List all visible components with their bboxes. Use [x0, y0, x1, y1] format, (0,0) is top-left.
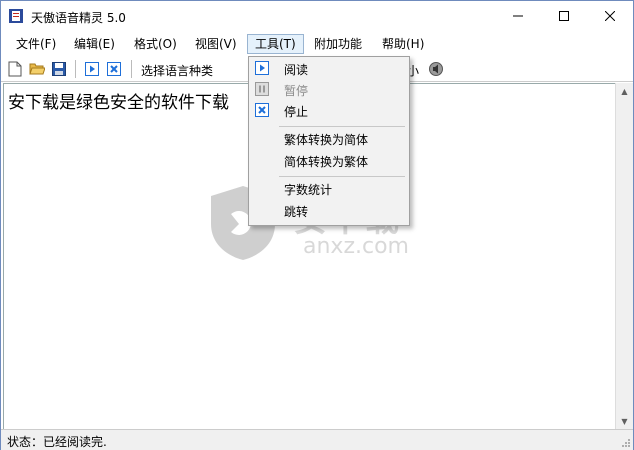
- toolbar-separator: [131, 60, 132, 78]
- close-icon: [605, 11, 615, 21]
- read-button[interactable]: [83, 60, 101, 78]
- menu-item-simp-to-trad[interactable]: 简体转换为繁体: [251, 151, 407, 171]
- menu-edit[interactable]: 编辑(E): [67, 35, 122, 53]
- open-file-button[interactable]: [28, 60, 46, 78]
- menu-item-label: 繁体转换为简体: [284, 133, 369, 147]
- app-icon: [9, 9, 23, 23]
- maximize-button[interactable]: [541, 1, 587, 31]
- menu-item-label: 暂停: [284, 84, 309, 98]
- watermark-en: anxz.com: [303, 234, 409, 259]
- menu-item-goto[interactable]: 跳转: [251, 201, 407, 221]
- close-button[interactable]: [587, 1, 633, 31]
- status-text: 状态：已经阅读完.: [7, 435, 107, 449]
- minimize-button[interactable]: [495, 1, 541, 31]
- menu-addons[interactable]: 附加功能: [307, 35, 369, 53]
- new-file-button[interactable]: [6, 60, 24, 78]
- menu-help[interactable]: 帮助(H): [375, 35, 431, 53]
- new-file-icon: [8, 61, 22, 77]
- title-bar[interactable]: 天傲语音精灵 5.0: [1, 1, 633, 31]
- menu-item-stop[interactable]: 停止: [251, 101, 407, 121]
- app-window: 天傲语音精灵 5.0 文件(F) 编辑(E) 格式(O) 视图(V) 工具(T)…: [0, 0, 634, 450]
- minimize-icon: [513, 15, 523, 17]
- tools-dropdown-menu: 阅读 暂停 停止 繁体转换为简体 简体转换为繁体 字数统计 跳转: [248, 56, 410, 226]
- menu-file[interactable]: 文件(F): [9, 35, 63, 53]
- pause-icon: [255, 82, 269, 96]
- save-button[interactable]: [50, 60, 68, 78]
- open-folder-icon: [29, 63, 45, 75]
- scroll-down-arrow-icon[interactable]: ▼: [616, 413, 633, 430]
- language-select-label[interactable]: 选择语言种类: [141, 62, 213, 79]
- play-icon: [85, 62, 99, 76]
- speaker-icon: [429, 62, 443, 76]
- menu-item-label: 阅读: [284, 63, 309, 77]
- menu-item-pause[interactable]: 暂停: [251, 80, 407, 100]
- resize-grip-icon[interactable]: [621, 438, 631, 448]
- scroll-up-arrow-icon[interactable]: ▲: [616, 83, 633, 100]
- menu-bar: 文件(F) 编辑(E) 格式(O) 视图(V) 工具(T) 附加功能 帮助(H): [1, 32, 633, 56]
- save-icon: [52, 62, 66, 76]
- menu-item-label: 停止: [284, 105, 309, 119]
- stop-button[interactable]: [105, 60, 123, 78]
- menu-item-label: 简体转换为繁体: [284, 155, 369, 169]
- status-bar: 状态：已经阅读完.: [1, 429, 633, 450]
- play-icon: [255, 61, 269, 75]
- toolbar-separator: [75, 60, 76, 78]
- vertical-scrollbar[interactable]: ▲ ▼: [615, 83, 633, 430]
- menu-item-read[interactable]: 阅读: [251, 59, 407, 79]
- menu-view[interactable]: 视图(V): [188, 35, 244, 53]
- window-title: 天傲语音精灵 5.0: [31, 11, 126, 25]
- maximize-icon: [559, 11, 569, 21]
- menu-separator: [279, 126, 405, 127]
- menu-tools[interactable]: 工具(T): [247, 34, 304, 54]
- menu-item-label: 字数统计: [284, 183, 333, 197]
- menu-separator: [279, 176, 405, 177]
- stop-icon: [255, 103, 269, 117]
- menu-item-word-count[interactable]: 字数统计: [251, 179, 407, 199]
- menu-format[interactable]: 格式(O): [127, 35, 184, 53]
- editor-content: 安下载是绿色安全的软件下载: [8, 93, 229, 113]
- voice-button[interactable]: [427, 60, 445, 78]
- stop-icon: [107, 62, 121, 76]
- menu-item-trad-to-simp[interactable]: 繁体转换为简体: [251, 129, 407, 149]
- menu-item-label: 跳转: [284, 205, 309, 219]
